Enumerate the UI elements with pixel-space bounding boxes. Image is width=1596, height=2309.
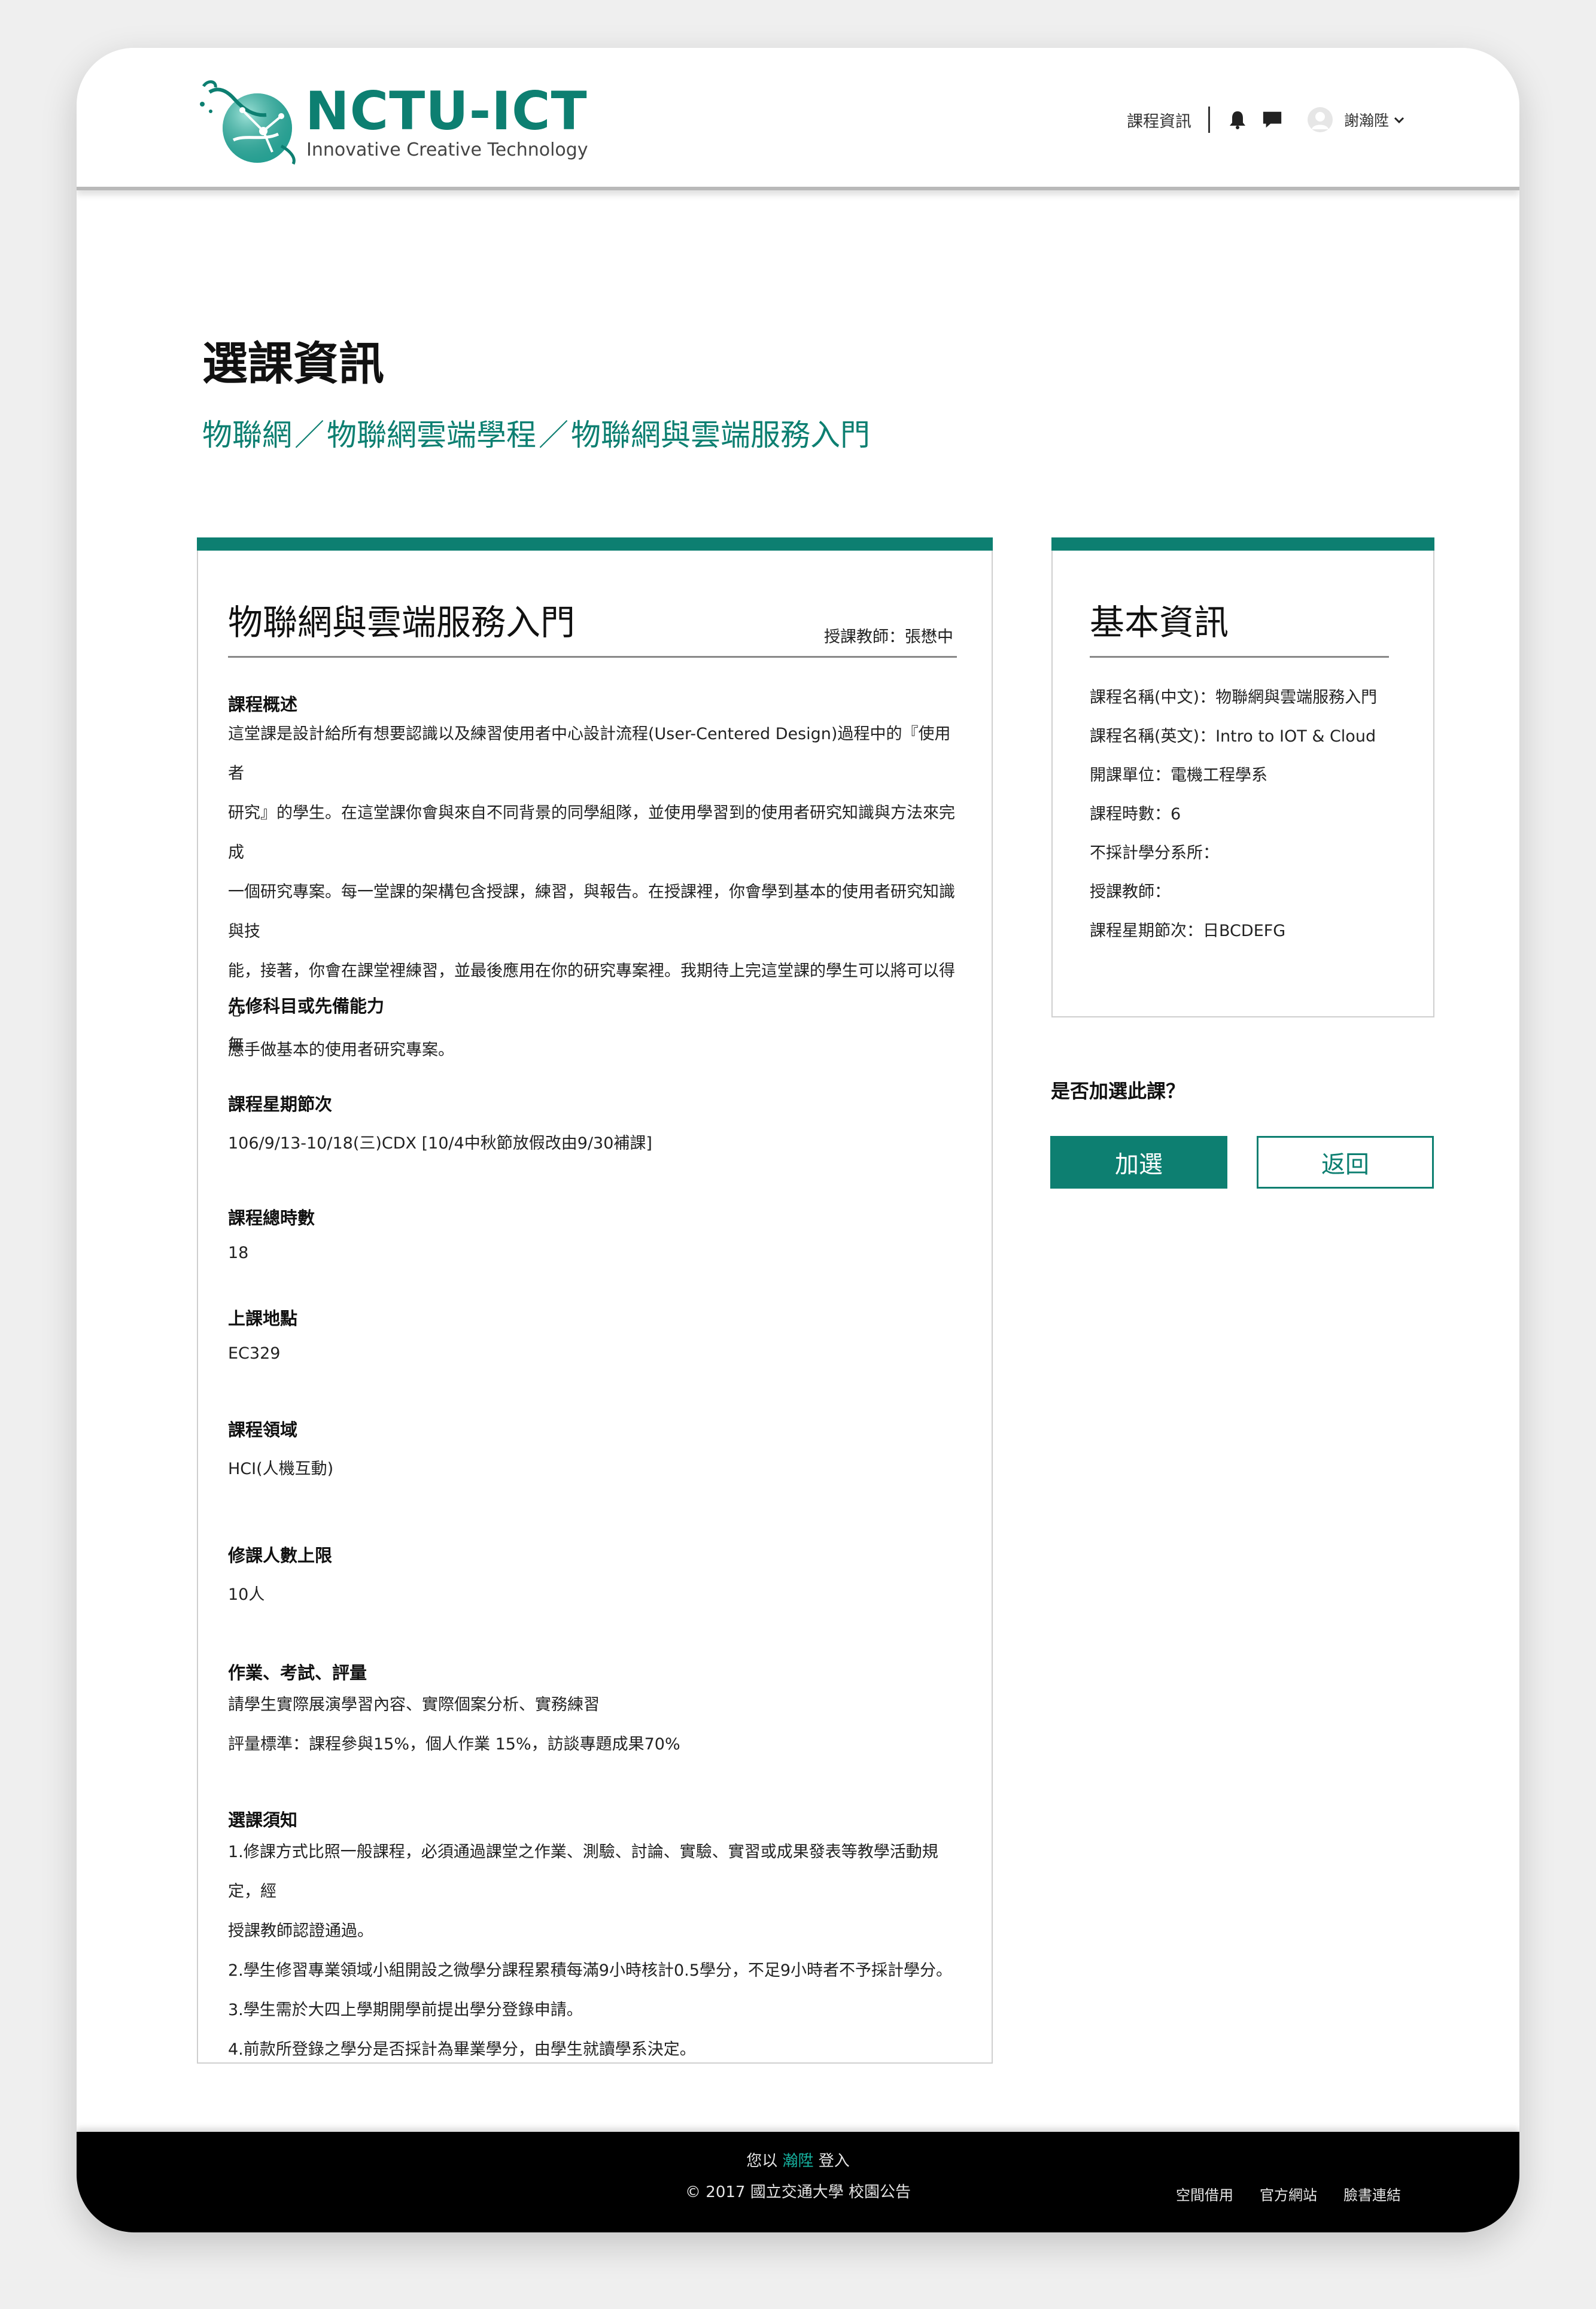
enroll-prompt: 是否加選此課？	[1051, 1080, 1185, 1102]
login-prefix: 您以	[746, 2152, 778, 2170]
login-user-link[interactable]: 瀚陞	[782, 2152, 813, 2170]
overview-line: 能，接著，你會在課堂裡練習，並最後應用在你的研究專案裡。我期待上完這堂課的學生可…	[228, 962, 955, 1020]
course-header: 物聯網與雲端服務入門 授課教師：張懋中	[228, 602, 957, 658]
overview-line: 這堂課是設計給所有想要認識以及練習使用者中心設計流程(User-Centered…	[228, 725, 951, 783]
notice-line: 2.學生修習專業領域小組開設之微學分課程累積每滿9小時核計0.5學分，不足9小時…	[228, 1961, 953, 1980]
field-title: 課程領域	[228, 1420, 298, 1440]
notice-line: 1.修課方式比照一般課程，必須通過課堂之作業、測驗、討論、實驗、實習或成果發表等…	[228, 1843, 938, 1901]
top-header: NCTU-ICT Innovative Creative Technology …	[77, 48, 1519, 190]
location-title: 上課地點	[228, 1308, 298, 1329]
basic-info-card: 基本資訊 課程名稱(中文)：物聯網與雲端服務入門 課程名稱(英文)：Intro …	[1051, 537, 1434, 1017]
capacity-text: 10人	[228, 1585, 265, 1604]
footer-link-facebook[interactable]: 臉書連結	[1343, 2183, 1401, 2204]
schedule-title: 課程星期節次	[228, 1094, 333, 1114]
footer-login-status: 您以 瀚陞 登入	[77, 2149, 1519, 2171]
breadcrumb-item-iot[interactable]: 物聯網	[202, 418, 292, 452]
course-detail-card: 物聯網與雲端服務入門 授課教師：張懋中 課程概述 這堂課是設計給所有想要認識以及…	[197, 537, 993, 2064]
prerequisite-text: 無	[228, 1036, 244, 1055]
chevron-down-icon[interactable]	[1393, 113, 1406, 126]
info-item-schedule: 課程星期節次：日BCDEFG	[1090, 922, 1286, 940]
course-teacher: 授課教師：張懋中	[824, 628, 953, 646]
footer: 您以 瀚陞 登入 © 2017 國立交通大學 校園公告 空間借用 官方網站 臉書…	[77, 2132, 1519, 2232]
notice-line: 3.學生需於大四上學期開學前提出學分登錄申請。	[228, 2001, 583, 2019]
info-item-name-zh: 課程名稱(中文)：物聯網與雲端服務入門	[1090, 688, 1378, 707]
overview-line: 研究』的學生。在這堂課你會與來自不同背景的同學組隊，並使用學習到的使用者研究知識…	[228, 804, 955, 862]
site-logo[interactable]: NCTU-ICT Innovative Creative Technology	[197, 74, 588, 170]
info-item-department: 開課單位：電機工程學系	[1090, 766, 1267, 785]
chat-icon[interactable]	[1261, 109, 1283, 130]
login-suffix: 登入	[818, 2152, 850, 2170]
grading-line: 請學生實際展演學習內容、實際個案分析、實務練習	[228, 1696, 600, 1714]
grading-title: 作業、考試、評量	[228, 1663, 367, 1683]
logo-subtitle: Innovative Creative Technology	[306, 139, 588, 160]
breadcrumb: 物聯網／物聯網雲端學程／物聯網與雲端服務入門	[202, 420, 870, 450]
footer-links: 空間借用 官方網站 臉書連結	[1150, 2183, 1401, 2204]
notice-title: 選課須知	[228, 1810, 298, 1830]
nav-course-info-link[interactable]: 課程資訊	[1127, 108, 1191, 132]
hours-text: 18	[228, 1244, 249, 1262]
page-title: 選課資訊	[202, 337, 384, 390]
breadcrumb-separator: ／	[539, 418, 569, 452]
avatar-icon[interactable]	[1307, 107, 1333, 133]
course-title: 物聯網與雲端服務入門	[228, 602, 576, 643]
bell-icon[interactable]	[1227, 109, 1248, 130]
capacity-title: 修課人數上限	[228, 1545, 333, 1566]
grading-line: 評量標準：課程參與15%，個人作業 15%，訪談專題成果70%	[228, 1735, 680, 1754]
hours-title: 課程總時數	[228, 1208, 315, 1228]
overview-title: 課程概述	[228, 694, 298, 715]
info-item-excluded-departments: 不採計學分系所：	[1090, 844, 1219, 862]
card-accent-bar	[197, 537, 993, 551]
grading-text: 請學生實際展演學習內容、實際個案分析、實務練習 評量標準：課程參與15%，個人作…	[228, 1685, 964, 1764]
info-item-hours: 課程時數：6	[1090, 805, 1181, 824]
info-item-name-en: 課程名稱(英文)：Intro to IOT & Cloud	[1090, 727, 1376, 746]
notice-line: 4.前款所登錄之學分是否採計為畢業學分，由學生就讀學系決定。	[228, 2040, 696, 2059]
breadcrumb-item-course: 物聯網與雲端服務入門	[571, 418, 870, 452]
back-button[interactable]: 返回	[1257, 1136, 1434, 1189]
notice-text: 1.修課方式比照一般課程，必須通過課堂之作業、測驗、討論、實驗、實習或成果發表等…	[228, 1833, 964, 2070]
overview-line: 應手做基本的使用者研究專案。	[228, 1041, 454, 1059]
location-text: EC329	[228, 1344, 281, 1363]
basic-info-header: 基本資訊	[1090, 602, 1389, 658]
logo-title: NCTU-ICT	[305, 80, 588, 142]
breadcrumb-item-program[interactable]: 物聯網雲端學程	[327, 418, 536, 452]
overview-line: 一個研究專案。每一堂課的架構包含授課，練習，與報告。在授課裡，你會學到基本的使用…	[228, 883, 955, 941]
footer-link-official-site[interactable]: 官方網站	[1260, 2183, 1317, 2204]
prerequisite-title: 先修科目或先備能力	[228, 996, 385, 1016]
notice-line: 授課教師認證通過。	[228, 1922, 373, 1940]
logo-mark-icon	[200, 80, 296, 165]
basic-info-title: 基本資訊	[1090, 602, 1229, 643]
card-accent-bar	[1051, 537, 1434, 551]
breadcrumb-separator: ／	[294, 418, 324, 452]
schedule-text: 106/9/13-10/18(三)CDX [10/4中秋節放假改由9/30補課]	[228, 1134, 652, 1153]
footer-link-space-rental[interactable]: 空間借用	[1176, 2183, 1233, 2204]
app-frame: NCTU-ICT Innovative Creative Technology …	[77, 48, 1519, 2232]
add-course-button[interactable]: 加選	[1050, 1136, 1227, 1189]
nav-divider	[1208, 107, 1210, 133]
basic-info-list: 課程名稱(中文)：物聯網與雲端服務入門 課程名稱(英文)：Intro to IO…	[1090, 686, 1377, 958]
top-nav: 課程資訊 謝瀚陞	[1127, 105, 1406, 134]
info-item-teacher: 授課教師：	[1090, 883, 1171, 901]
field-text: HCI(人機互動)	[228, 1460, 334, 1478]
user-name[interactable]: 謝瀚陞	[1344, 109, 1389, 130]
